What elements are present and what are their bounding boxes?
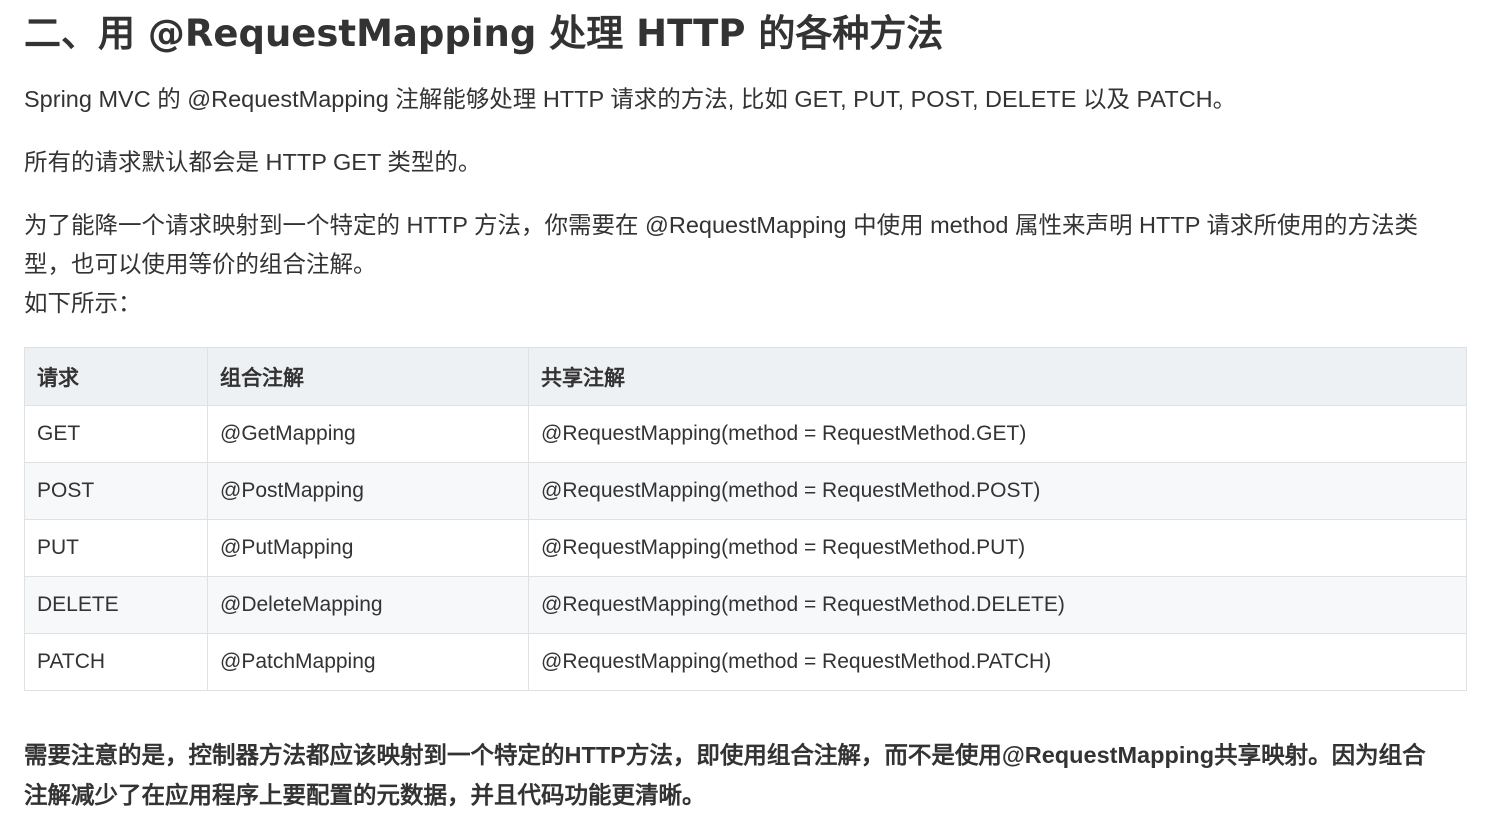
table-row: PUT @PutMapping @RequestMapping(method =…: [24, 519, 1467, 577]
cell-shared-annotation: @RequestMapping(method = RequestMethod.P…: [528, 462, 1467, 520]
table-row: POST @PostMapping @RequestMapping(method…: [24, 462, 1467, 520]
cell-shared-annotation: @RequestMapping(method = RequestMethod.P…: [528, 519, 1467, 577]
table-row: GET @GetMapping @RequestMapping(method =…: [24, 405, 1467, 463]
table-row: PATCH @PatchMapping @RequestMapping(meth…: [24, 633, 1467, 691]
cell-composed-annotation: @GetMapping: [207, 405, 529, 463]
cell-request: POST: [24, 462, 208, 520]
paragraph-line: 如下所示：: [24, 290, 142, 316]
section-heading: 二、用 @RequestMapping 处理 HTTP 的各种方法: [24, 12, 944, 55]
note-line: 需要注意的是，控制器方法都应该映射到一个特定的HTTP方法，即使用组合注解，而不…: [24, 742, 1426, 768]
cell-composed-annotation: @PostMapping: [207, 462, 529, 520]
cell-request: PUT: [24, 519, 208, 577]
cell-shared-annotation: @RequestMapping(method = RequestMethod.P…: [528, 633, 1467, 691]
table-header-row: 请求 组合注解 共享注解: [24, 347, 1467, 406]
bold-note-paragraph: 需要注意的是，控制器方法都应该映射到一个特定的HTTP方法，即使用组合注解，而不…: [24, 735, 1464, 815]
header-request: 请求: [24, 347, 208, 406]
header-composed-annotation: 组合注解: [207, 347, 529, 406]
table-row: DELETE @DeleteMapping @RequestMapping(me…: [24, 576, 1467, 634]
method-attribute-paragraph: 为了能降一个请求映射到一个特定的 HTTP 方法，你需要在 @RequestMa…: [24, 206, 1464, 323]
cell-composed-annotation: @PatchMapping: [207, 633, 529, 691]
cell-request: GET: [24, 405, 208, 463]
paragraph-line: 型，也可以使用等价的组合注解。: [24, 251, 377, 277]
default-method-paragraph: 所有的请求默认都会是 HTTP GET 类型的。: [24, 149, 482, 175]
header-shared-annotation: 共享注解: [528, 347, 1467, 406]
cell-shared-annotation: @RequestMapping(method = RequestMethod.G…: [528, 405, 1467, 463]
article-content: 二、用 @RequestMapping 处理 HTTP 的各种方法 Spring…: [0, 0, 1488, 821]
cell-composed-annotation: @PutMapping: [207, 519, 529, 577]
paragraph-line: 为了能降一个请求映射到一个特定的 HTTP 方法，你需要在 @RequestMa…: [24, 212, 1419, 238]
cell-request: PATCH: [24, 633, 208, 691]
note-line: 注解减少了在应用程序上要配置的元数据，并且代码功能更清晰。: [24, 782, 706, 808]
mapping-table: 请求 组合注解 共享注解 GET @GetMapping @RequestMap…: [24, 347, 1467, 691]
cell-request: DELETE: [24, 576, 208, 634]
cell-composed-annotation: @DeleteMapping: [207, 576, 529, 634]
intro-paragraph: Spring MVC 的 @RequestMapping 注解能够处理 HTTP…: [24, 86, 1237, 112]
cell-shared-annotation: @RequestMapping(method = RequestMethod.D…: [528, 576, 1467, 634]
